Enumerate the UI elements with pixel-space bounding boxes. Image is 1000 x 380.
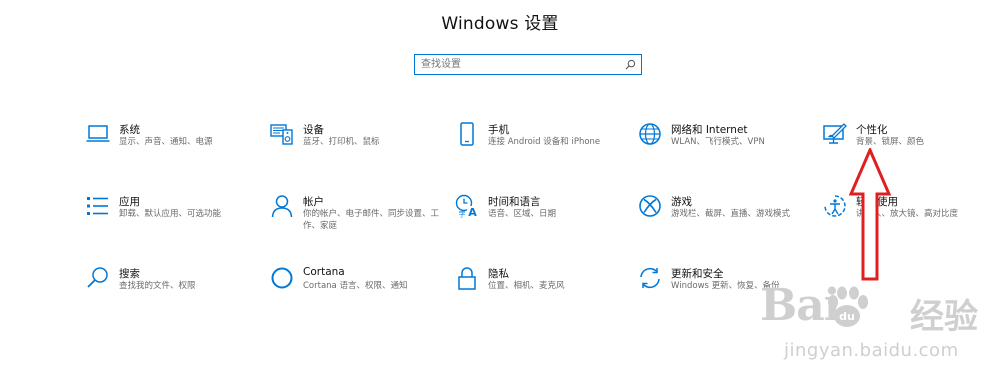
tile-network[interactable]: 网络和 Internet WLAN、飞行模式、VPN [638, 122, 813, 170]
baidu-watermark: Bai du 经验 jingyan.baidu.com [760, 280, 992, 375]
tile-label: 个性化 [856, 124, 888, 136]
phone-icon [460, 122, 474, 146]
baidu-paw-icon: du [828, 286, 868, 327]
tile-apps[interactable]: 应用 卸载、默认应用、可选功能 [86, 194, 261, 242]
tile-phone[interactable]: 手机 连接 Android 设备和 iPhone [455, 122, 630, 170]
tile-label: 网络和 Internet [671, 124, 748, 136]
lock-icon [458, 267, 476, 290]
person-icon [271, 195, 293, 218]
tile-label: 时间和语言 [488, 196, 541, 208]
tile-description: 语音、区域、日期 [488, 209, 557, 219]
tile-label: Cortana [303, 266, 345, 278]
tile-label: 应用 [119, 196, 140, 208]
search-icon [87, 267, 108, 288]
tile-label: 帐户 [303, 196, 324, 208]
xbox-icon [639, 195, 661, 217]
tile-time-language[interactable]: A 字 时间和语言 语音、区域、日期 [455, 194, 630, 242]
time-language-icon: A 字 [455, 194, 478, 219]
tile-label: 系统 [119, 124, 140, 136]
tile-description: 蓝牙、打印机、鼠标 [303, 137, 380, 147]
devices-icon [270, 124, 293, 145]
tile-label: 手机 [488, 124, 509, 136]
svg-text:du: du [839, 310, 855, 323]
tile-label: 隐私 [488, 268, 509, 280]
watermark-url: jingyan.baidu.com [784, 340, 959, 361]
tile-description: 查找我的文件、权限 [119, 281, 196, 291]
tile-description: 背景、锁屏、颜色 [856, 137, 925, 147]
personalization-icon [823, 123, 847, 144]
ease-of-access-icon [824, 195, 846, 217]
search-box[interactable] [414, 54, 642, 75]
tile-system[interactable]: 系统 显示、声音、通知、电源 [86, 122, 261, 170]
apps-list-icon [87, 197, 108, 215]
tile-description: 位置、相机、麦克风 [488, 281, 565, 291]
tile-label: 更新和安全 [671, 268, 724, 280]
search-input[interactable] [421, 56, 621, 72]
sync-arrows-icon [640, 267, 660, 289]
tile-description: 显示、声音、通知、电源 [119, 137, 213, 147]
window-title: Windows 设置 [441, 14, 559, 34]
laptop-icon [86, 125, 110, 142]
tile-search[interactable]: 搜索 查找我的文件、权限 [86, 266, 261, 314]
cortana-ring-icon [271, 267, 293, 289]
tile-gaming[interactable]: 游戏 游戏栏、截屏、直播、游戏模式 [638, 194, 813, 242]
tile-devices[interactable]: 设备 蓝牙、打印机、鼠标 [270, 122, 445, 170]
tile-accounts[interactable]: 帐户 你的帐户、电子邮件、同步设置、工作、家庭 [270, 194, 445, 242]
watermark-brand-cn: 经验 [910, 297, 978, 337]
svg-text:A: A [468, 206, 477, 218]
search-icon[interactable] [625, 59, 636, 70]
tile-description: 卸载、默认应用、可选功能 [119, 209, 222, 219]
tile-description: Cortana 语言、权限、通知 [303, 281, 408, 291]
red-annotation-arrow [848, 148, 892, 281]
tile-description: WLAN、飞行模式、VPN [671, 137, 765, 147]
tile-description: 你的帐户、电子邮件、同步设置、工作、家庭 [303, 209, 440, 231]
tile-description: 游戏栏、截屏、直播、游戏模式 [671, 209, 791, 219]
tile-label: 设备 [303, 124, 324, 136]
tile-label: 搜索 [119, 268, 140, 280]
svg-text:字: 字 [459, 210, 466, 219]
tile-privacy[interactable]: 隐私 位置、相机、麦克风 [455, 266, 630, 314]
tile-label: 游戏 [671, 196, 692, 208]
tile-description: 连接 Android 设备和 iPhone [488, 137, 601, 147]
tile-cortana[interactable]: Cortana Cortana 语言、权限、通知 [270, 266, 445, 314]
globe-icon [639, 123, 661, 145]
